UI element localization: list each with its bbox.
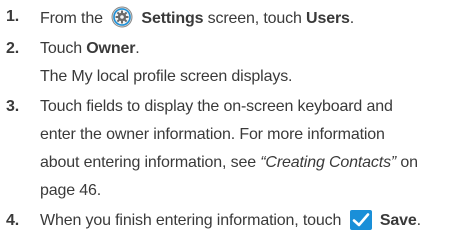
step-3: 3. Touch fields to display the on-screen… <box>6 96 466 202</box>
step-number: 3. <box>6 98 20 115</box>
instruction-document: 1. From the Settings screen, touch Users… <box>0 0 472 250</box>
step-1: 1. From the Settings screen, touch Users… <box>6 6 466 30</box>
step-number: 2. <box>6 40 20 57</box>
step-text: Touch <box>40 40 82 57</box>
step-text: screen, touch <box>207 10 302 27</box>
step-text: When you finish entering information, to… <box>40 212 342 229</box>
settings-label: Settings <box>141 10 204 27</box>
step-text: about entering information, see <box>40 154 256 171</box>
cross-reference-link[interactable]: “Creating Contacts” <box>260 154 396 171</box>
owner-label: Owner <box>86 40 136 57</box>
save-label: Save <box>379 212 417 229</box>
step-punct: . <box>349 10 355 27</box>
step-punct: . <box>135 40 140 57</box>
step-text: on <box>400 154 418 171</box>
step-line: Touch fields to display the on-screen ke… <box>40 98 393 115</box>
step-2: 2. Touch Owner. The My local profile scr… <box>6 38 466 88</box>
users-label: Users <box>306 10 350 27</box>
step-text: From the <box>40 10 103 27</box>
checkmark-icon <box>349 210 372 230</box>
step-number: 1. <box>6 8 20 25</box>
step-4: 4. When you finish entering information,… <box>6 210 466 232</box>
step-line: enter the owner information. For more in… <box>40 126 385 143</box>
step-punct: . <box>416 212 421 229</box>
step-line: page 46. <box>40 182 102 199</box>
settings-gear-icon <box>111 6 133 28</box>
step-note: The My local profile screen displays. <box>40 68 293 85</box>
step-line: about entering information, see “Creatin… <box>40 152 466 174</box>
step-number: 4. <box>6 212 20 229</box>
